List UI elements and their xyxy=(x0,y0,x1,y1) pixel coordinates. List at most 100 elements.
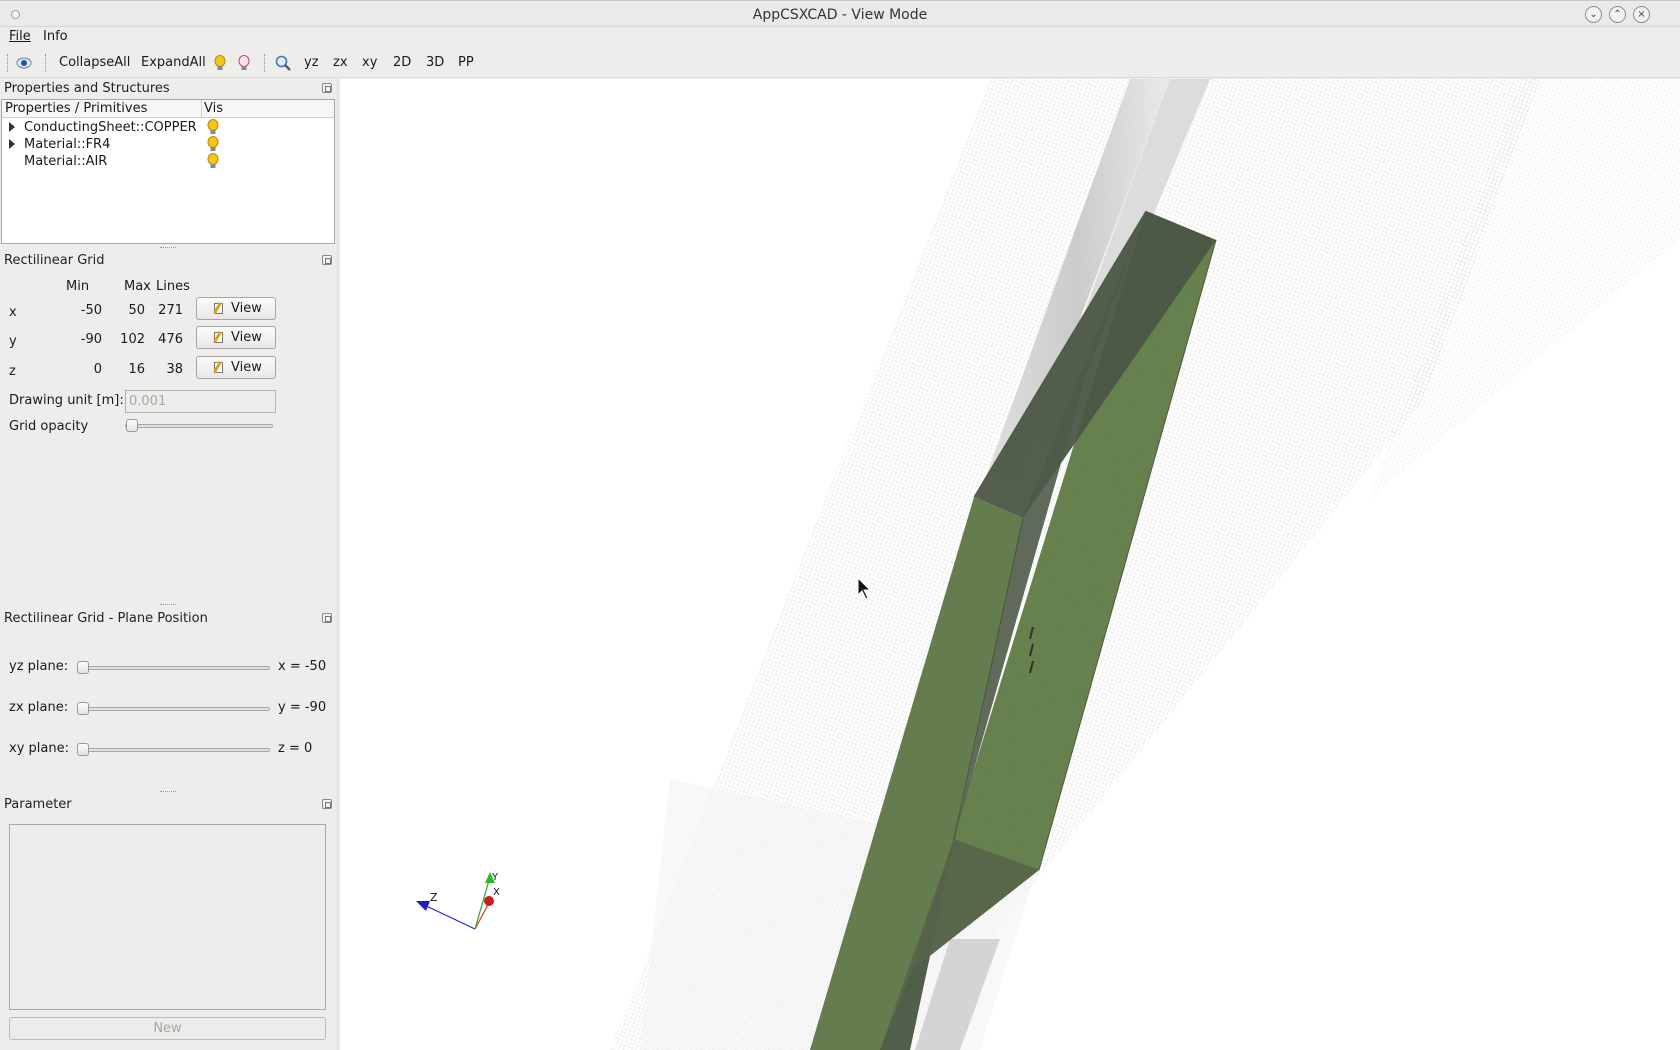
grid-header-max: Max xyxy=(124,279,151,294)
view-x-grid-button[interactable]: View xyxy=(196,297,276,320)
minimize-button[interactable]: ⌄ xyxy=(1585,6,1602,23)
menu-bar: File Info xyxy=(0,27,1680,49)
hide-all-bulb-icon[interactable] xyxy=(238,55,250,72)
tree-item-label: Material::AIR xyxy=(24,154,108,169)
view-3d-button[interactable]: 3D xyxy=(426,55,444,70)
grid-max-value: 102 xyxy=(120,332,145,347)
menu-info[interactable]: Info xyxy=(43,29,68,44)
grid-min-value: -90 xyxy=(80,332,102,347)
yz-plane-readout: x = -50 xyxy=(278,659,327,674)
drawing-unit-label: Drawing unit [m]: xyxy=(9,393,124,408)
z-axis-arrow-icon xyxy=(416,901,430,911)
window-title: AppCSXCAD - View Mode xyxy=(752,7,928,23)
toolbar-separator xyxy=(264,54,266,72)
panel-splitter[interactable] xyxy=(160,604,176,606)
grid-lines-value: 271 xyxy=(158,303,183,318)
visibility-bulb-icon[interactable] xyxy=(207,153,219,170)
plane-panel-float-button[interactable] xyxy=(322,613,332,623)
edit-icon xyxy=(214,332,223,343)
grid-lines-value: 476 xyxy=(158,332,183,347)
edit-icon xyxy=(214,362,223,373)
grid-header-lines: Lines xyxy=(156,279,190,294)
grid-max-value: 16 xyxy=(128,362,145,377)
view-y-grid-button[interactable]: View xyxy=(196,326,276,349)
slider-track[interactable] xyxy=(83,748,270,752)
grid-lines-value: 38 xyxy=(166,362,183,377)
panel-splitter[interactable] xyxy=(160,791,176,793)
view-button-label: View xyxy=(231,360,262,375)
properties-panel-title: Properties and Structures xyxy=(4,81,170,96)
drawing-unit-field[interactable] xyxy=(125,390,276,413)
axis-label: y xyxy=(9,334,17,349)
column-properties-primitives[interactable]: Properties / Primitives xyxy=(5,101,147,116)
pp-button[interactable]: PP xyxy=(458,55,474,70)
tree-item-material-air[interactable]: Material::AIR xyxy=(2,153,334,171)
plane-panel-title: Rectilinear Grid - Plane Position xyxy=(4,611,208,626)
slider-track[interactable] xyxy=(83,707,270,711)
3d-scene[interactable]: Z Y X xyxy=(340,79,1680,1050)
panel-splitter[interactable] xyxy=(160,247,176,249)
close-button[interactable]: × xyxy=(1633,6,1650,23)
view-xy-button[interactable]: xy xyxy=(362,55,377,70)
y-axis-label: Y xyxy=(491,872,499,883)
axis-label: x xyxy=(9,305,17,320)
slider-track[interactable] xyxy=(125,424,273,428)
tree-header: Properties / Primitives Vis xyxy=(2,100,334,118)
zx-plane-readout: y = -90 xyxy=(278,700,327,715)
view-yz-button[interactable]: yz xyxy=(304,55,319,70)
xy-plane-readout: z = 0 xyxy=(278,741,313,756)
visibility-bulb-icon[interactable] xyxy=(207,136,219,153)
grid-panel-float-button[interactable] xyxy=(322,255,332,265)
edit-icon xyxy=(214,303,223,314)
properties-panel-float-button[interactable] xyxy=(322,83,332,93)
tree-item-material-fr4[interactable]: Material::FR4 xyxy=(2,136,334,154)
view-button-label: View xyxy=(231,301,262,316)
parameter-panel-title: Parameter xyxy=(4,797,72,812)
slider-handle[interactable] xyxy=(126,419,138,432)
grid-panel-title: Rectilinear Grid xyxy=(4,253,105,268)
expand-all-button[interactable]: ExpandAll xyxy=(141,55,206,70)
show-all-bulb-icon[interactable] xyxy=(214,55,226,72)
z-axis-label: Z xyxy=(430,891,438,904)
orientation-axes-widget: Z Y X xyxy=(416,872,500,930)
parameter-list[interactable] xyxy=(9,824,326,1010)
maximize-button[interactable]: ⌃ xyxy=(1609,6,1626,23)
tree-item-conducting-sheet-copper[interactable]: ConductingSheet::COPPER xyxy=(2,119,334,137)
properties-tree[interactable]: Properties / Primitives Vis ConductingSh… xyxy=(1,99,335,244)
axis-label: z xyxy=(9,364,16,379)
zoom-icon[interactable] xyxy=(275,55,291,71)
yz-plane-label: yz plane: xyxy=(9,659,69,674)
view-zx-button[interactable]: zx xyxy=(333,55,348,70)
grid-header-min: Min xyxy=(66,279,90,294)
3d-viewport[interactable]: Z Y X xyxy=(340,79,1680,1050)
grid-min-value: 0 xyxy=(93,362,102,377)
grid-max-value: 50 xyxy=(128,303,145,318)
parameter-panel-float-button[interactable] xyxy=(322,799,332,809)
view-button-label: View xyxy=(231,330,262,345)
new-parameter-button[interactable]: New xyxy=(9,1017,326,1040)
toolbar: CollapseAll ExpandAll yz zx xy 2D 3D PP xyxy=(0,49,1680,78)
slider-handle[interactable] xyxy=(77,743,89,756)
column-vis[interactable]: Vis xyxy=(204,101,223,116)
slider-track[interactable] xyxy=(83,666,270,670)
x-axis-label: X xyxy=(493,887,500,898)
zx-plane-label: zx plane: xyxy=(9,700,69,715)
toolbar-grip xyxy=(7,54,9,72)
menu-file[interactable]: File xyxy=(9,29,31,44)
tree-item-label: ConductingSheet::COPPER xyxy=(24,120,197,135)
toolbar-separator xyxy=(45,54,47,72)
visibility-bulb-icon[interactable] xyxy=(207,119,219,136)
window-title-bar: AppCSXCAD - View Mode ⌄ ⌃ × xyxy=(0,0,1680,27)
view-2d-button[interactable]: 2D xyxy=(393,55,411,70)
expand-arrow-icon[interactable] xyxy=(9,122,15,132)
grid-min-value: -50 xyxy=(80,303,102,318)
tree-item-label: Material::FR4 xyxy=(24,137,111,152)
slider-handle[interactable] xyxy=(77,661,89,674)
grid-opacity-label: Grid opacity xyxy=(9,419,89,434)
view-z-grid-button[interactable]: View xyxy=(196,356,276,379)
eye-icon[interactable] xyxy=(16,56,32,70)
collapse-all-button[interactable]: CollapseAll xyxy=(59,55,130,70)
xy-plane-label: xy plane: xyxy=(9,741,69,756)
slider-handle[interactable] xyxy=(77,702,89,715)
expand-arrow-icon[interactable] xyxy=(9,139,15,149)
